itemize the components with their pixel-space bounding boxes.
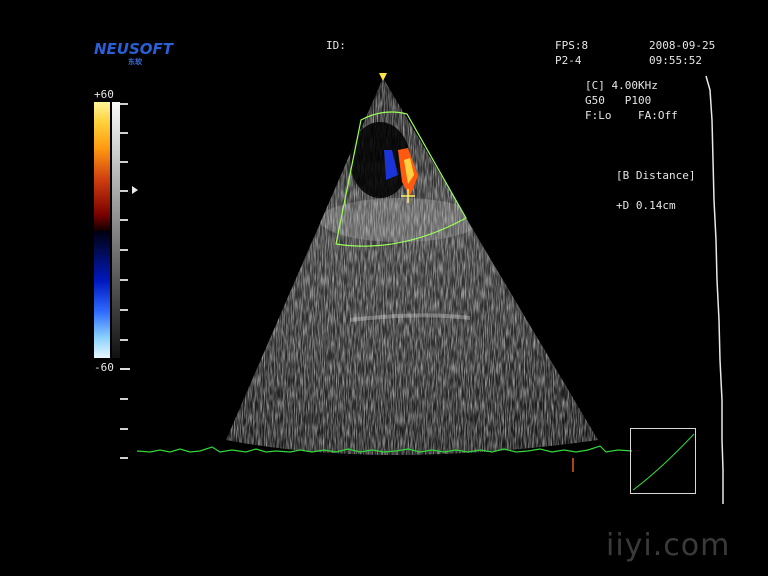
- gray-map-curve: [705, 75, 724, 504]
- probe-orientation-icon: [379, 73, 387, 81]
- watermark-text: iiyi.com: [606, 528, 731, 563]
- gain-curve-box: [630, 428, 696, 494]
- sector-fan: [226, 78, 598, 455]
- ultrasound-screen: NEUSOFT 东软 ID: FPS:8 P2-4 2008-09-25 09:5…: [0, 0, 768, 576]
